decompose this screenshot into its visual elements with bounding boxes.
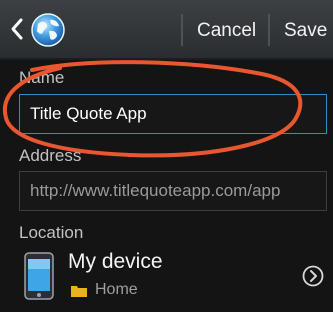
save-button[interactable]: Save	[284, 0, 327, 60]
name-field[interactable]: Title Quote App	[19, 94, 327, 134]
device-name: My device	[68, 250, 163, 273]
folder-icon	[71, 286, 87, 297]
chevron-left-icon[interactable]	[8, 16, 26, 42]
name-value: Title Quote App	[30, 104, 147, 123]
address-value: http://www.titlequoteapp.com/app	[30, 181, 281, 200]
address-field[interactable]: http://www.titlequoteapp.com/app	[19, 171, 327, 211]
header-divider	[268, 14, 270, 46]
header-divider	[181, 14, 183, 46]
globe-icon[interactable]	[30, 12, 66, 48]
name-label: Name	[19, 68, 65, 87]
cancel-button[interactable]: Cancel	[197, 0, 256, 60]
action-bar: Cancel Save	[0, 0, 333, 60]
location-label: Location	[19, 223, 84, 242]
phone-icon	[24, 252, 54, 300]
address-label: Address	[19, 146, 82, 165]
chevron-right-circle-icon[interactable]	[302, 265, 324, 287]
folder-label: Home	[95, 281, 138, 298]
